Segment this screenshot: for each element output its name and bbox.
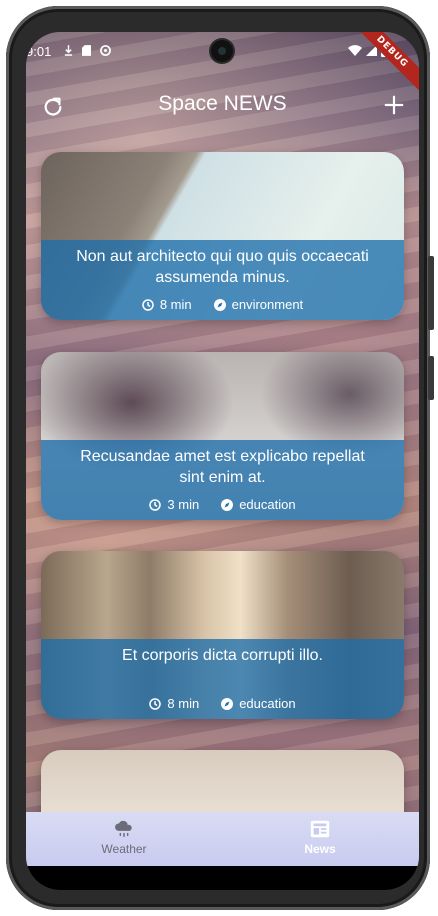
- sync-status-icon: [100, 45, 111, 56]
- article-overlay: Et corporis dicta corrupti illo. 8 min e…: [41, 639, 404, 719]
- front-camera: [211, 40, 233, 62]
- article-meta: 3 min education: [41, 497, 404, 512]
- wifi-icon: [348, 45, 362, 56]
- sd-card-icon: [82, 45, 91, 56]
- article-title: Non aut architecto qui quo quis occaecat…: [76, 248, 369, 286]
- gesture-bar: [26, 866, 419, 890]
- nav-news[interactable]: News: [260, 818, 380, 856]
- article-card[interactable]: Et corporis dicta corrupti illo. 8 min e…: [41, 551, 404, 719]
- compass-icon: [221, 697, 234, 710]
- article-title: Et corporis dicta corrupti illo.: [122, 647, 323, 664]
- plus-icon[interactable]: [383, 94, 405, 116]
- status-time: 9:01: [26, 44, 52, 59]
- volume-button: [428, 356, 434, 400]
- article-card[interactable]: Recusandae amet est explicabo repellat s…: [41, 352, 404, 520]
- article-card[interactable]: Non aut architecto qui quo quis occaecat…: [41, 152, 404, 320]
- compass-icon: [221, 498, 234, 511]
- clock-icon: [149, 498, 162, 511]
- bottom-navigation: Weather News: [26, 812, 419, 866]
- category: education: [239, 497, 296, 512]
- article-overlay: Non aut architecto qui quo quis occaecat…: [41, 240, 404, 320]
- phone-frame: 9:01 DEBUG Space NEWS Non aut architecto…: [6, 6, 434, 910]
- read-time: 3 min: [167, 497, 200, 512]
- newspaper-icon: [310, 820, 330, 838]
- compass-icon: [213, 298, 226, 311]
- read-time: 8 min: [159, 297, 192, 312]
- clock-icon: [142, 298, 154, 311]
- app-bar: Space NEWS: [26, 90, 419, 126]
- read-time: 8 min: [167, 696, 200, 711]
- category: education: [239, 696, 296, 711]
- cloud-rain-icon: [115, 820, 132, 838]
- clock-icon: [149, 697, 162, 710]
- nav-news-label: News: [304, 842, 336, 856]
- article-meta: 8 min environment: [41, 297, 404, 312]
- article-meta: 8 min education: [41, 696, 404, 711]
- nav-weather[interactable]: Weather: [64, 818, 184, 856]
- power-button: [428, 256, 434, 330]
- page-title: Space NEWS: [158, 92, 287, 115]
- nav-weather-label: Weather: [101, 842, 147, 856]
- screen: 9:01 DEBUG Space NEWS Non aut architecto…: [26, 32, 419, 890]
- category: environment: [231, 297, 304, 312]
- article-title: Recusandae amet est explicabo repellat s…: [80, 448, 365, 486]
- download-status-icon: [64, 45, 73, 56]
- article-overlay: Recusandae amet est explicabo repellat s…: [41, 440, 404, 520]
